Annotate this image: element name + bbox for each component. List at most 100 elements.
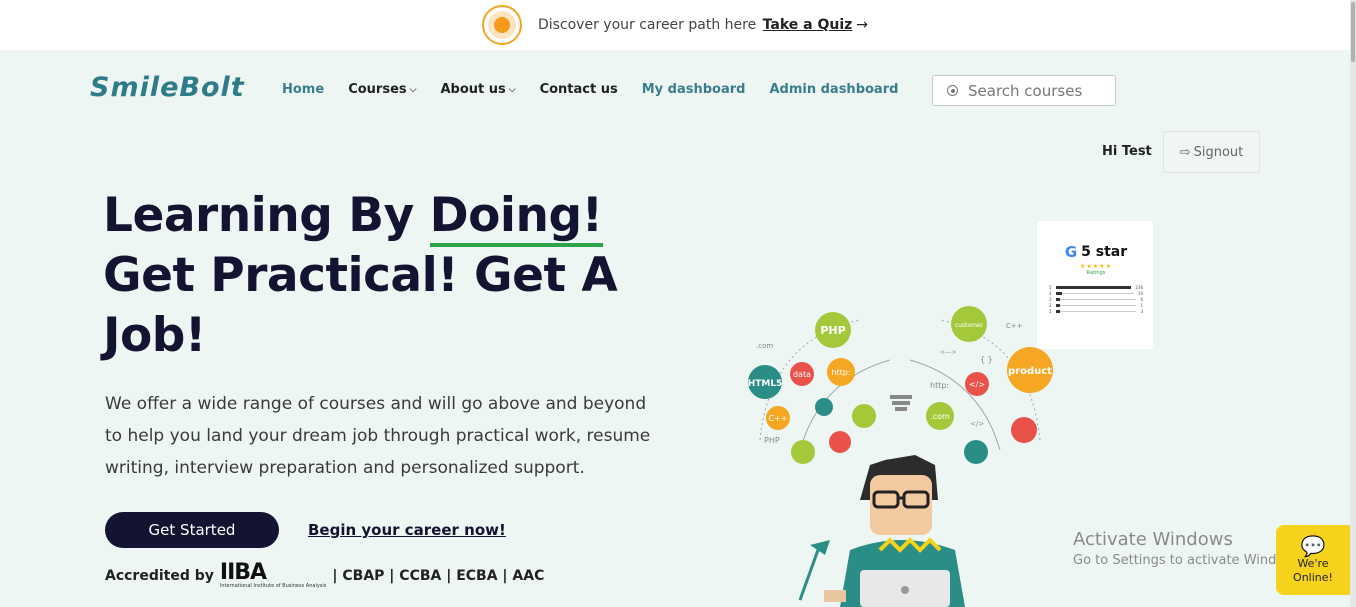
nav-my-dashboard[interactable]: My dashboard	[642, 82, 746, 97]
hero-line1-underlined: Doing!	[429, 188, 603, 247]
iiba-logo-subtitle: International Institute of Business Anal…	[219, 583, 327, 589]
rating-track	[1055, 303, 1137, 307]
watermark-subtitle: Go to Settings to activate Windows.	[1073, 553, 1306, 568]
target-icon	[481, 5, 522, 45]
hero-line2: Get Practical! Get A	[103, 248, 618, 303]
radio-icon	[947, 85, 958, 96]
watermark-title: Activate Windows	[1073, 529, 1233, 550]
certifications: | CBAP | CCBA | ECBA | AAC	[332, 567, 545, 584]
product-bubble: product	[1007, 347, 1053, 393]
rating-row-count: 1	[1140, 302, 1143, 308]
float-text: .com	[756, 342, 773, 350]
rating-title: 5 star	[1081, 244, 1128, 260]
rating-row-star: 4	[1049, 290, 1052, 296]
gear-bubble	[815, 398, 833, 416]
windows-watermark: Activate Windows Go to Settings to activ…	[1073, 529, 1306, 568]
php-bubble: PHP	[815, 312, 851, 348]
promo-bar: Discover your career path here Take a Qu…	[0, 0, 1350, 50]
float-text: C++	[1006, 322, 1023, 330]
float-text: PHP	[764, 436, 780, 445]
take-quiz-link[interactable]: Take a Quiz	[763, 17, 853, 33]
float-text: http:	[930, 381, 949, 390]
accredited-label: Accredited by	[105, 567, 214, 584]
search-input[interactable]	[968, 81, 1108, 100]
developer-illustration: PHP data http: HTML5 C++ customer produc…	[748, 306, 1053, 607]
dotcom-bubble-label: .com	[930, 412, 950, 421]
upload-bubble	[791, 440, 815, 464]
get-started-button[interactable]: Get Started	[105, 512, 279, 548]
rating-row-count: 10	[1137, 290, 1143, 296]
scrollbar[interactable]	[1350, 0, 1356, 607]
nav-about[interactable]: About us ⌵	[440, 82, 515, 97]
promo-message: Discover your career path here	[537, 17, 757, 33]
nav-admin-dashboard[interactable]: Admin dashboard	[769, 82, 898, 97]
html5-bubble-label: HTML5	[748, 379, 783, 389]
search-bubble	[852, 404, 876, 428]
nav-home[interactable]: Home	[282, 82, 324, 97]
rating-fill	[1055, 291, 1062, 295]
rating-row-count: 6	[1140, 296, 1143, 302]
begin-career-link[interactable]: Begin your career now!	[308, 521, 506, 539]
float-text: <--->	[940, 349, 957, 356]
rating-track	[1055, 285, 1132, 289]
chevron-down-icon: ⌵	[409, 84, 417, 95]
html5-bubble: HTML5	[748, 365, 783, 399]
iiba-logo: IIBA International Institute of Business…	[220, 562, 327, 589]
rating-stars: ★★★★★	[1080, 263, 1112, 270]
chat-line1: We're	[1297, 557, 1329, 570]
promo-text: Discover your career path here Take a Qu…	[538, 17, 868, 33]
rating-row-star: 5	[1049, 284, 1052, 290]
developer-character	[840, 455, 965, 607]
cpp-bubble: C++	[766, 406, 790, 430]
search-box	[932, 75, 1116, 106]
site-logo[interactable]: SmileBolt	[90, 72, 245, 103]
php-bubble-label: PHP	[820, 324, 845, 337]
float-text: </>	[970, 420, 984, 428]
nav-courses-label: Courses	[348, 82, 407, 97]
customer-bubble: customer	[951, 306, 987, 342]
cpp-bubble-label: C++	[769, 414, 788, 423]
nav-courses[interactable]: Courses ⌵	[348, 82, 416, 97]
nav-contact[interactable]: Contact us	[540, 82, 618, 97]
data-bubble: data	[790, 362, 814, 386]
code-bubble: </>	[965, 372, 989, 396]
user-greeting: Hi Test	[1102, 144, 1152, 159]
document-bubble	[1011, 417, 1037, 443]
hero-title: Learning By Doing! Get Practical! Get A …	[103, 186, 623, 366]
signout-button[interactable]: ⇨ Signout	[1163, 131, 1260, 173]
dotcom-bubble: .com	[926, 402, 954, 430]
signout-icon: ⇨	[1179, 144, 1191, 160]
rating-track	[1055, 309, 1137, 313]
chevron-down-icon: ⌵	[508, 84, 516, 95]
accreditation: Accredited by IIBA International Institu…	[105, 562, 544, 589]
nav-about-label: About us	[440, 82, 506, 97]
google-icon: G	[1064, 243, 1078, 261]
rating-row-count: 236	[1135, 284, 1143, 290]
rating-track	[1055, 297, 1137, 301]
rating-bars: 5 236 4 10 36 21 13	[1049, 284, 1143, 314]
rating-row: 13	[1049, 308, 1143, 314]
hero-line3: Job!	[103, 308, 206, 363]
scrollbar-thumb[interactable]	[1351, 2, 1355, 62]
hero-line1-prefix: Learning By	[103, 188, 430, 243]
code-bubble-label: </>	[969, 380, 985, 389]
customer-bubble-label: customer	[955, 322, 984, 329]
arrow-right-icon: →	[856, 17, 869, 33]
http-bubble: http:	[827, 358, 855, 386]
signout-label: Signout	[1193, 144, 1244, 160]
main-nav: Home Courses ⌵ About us ⌵ Contact us My da…	[282, 82, 898, 97]
product-bubble-label: product	[1008, 366, 1052, 377]
iiba-logo-mark: IIBA	[219, 560, 267, 585]
braces-text: { }	[980, 355, 993, 364]
braces-bubble	[829, 431, 851, 453]
lamp-icon	[798, 540, 846, 602]
http-bubble-label: http:	[831, 368, 850, 377]
rating-label: Ratings	[1086, 270, 1106, 276]
rating-row-count: 3	[1140, 308, 1143, 314]
chart-bubble	[964, 440, 988, 464]
chat-widget[interactable]: 💬 We're Online!	[1276, 525, 1350, 595]
chat-line2: Online!	[1293, 571, 1333, 584]
rating-fill	[1055, 285, 1132, 289]
hero-description: We offer a wide range of courses and wil…	[105, 394, 651, 478]
chat-icon: 💬	[1300, 534, 1326, 558]
